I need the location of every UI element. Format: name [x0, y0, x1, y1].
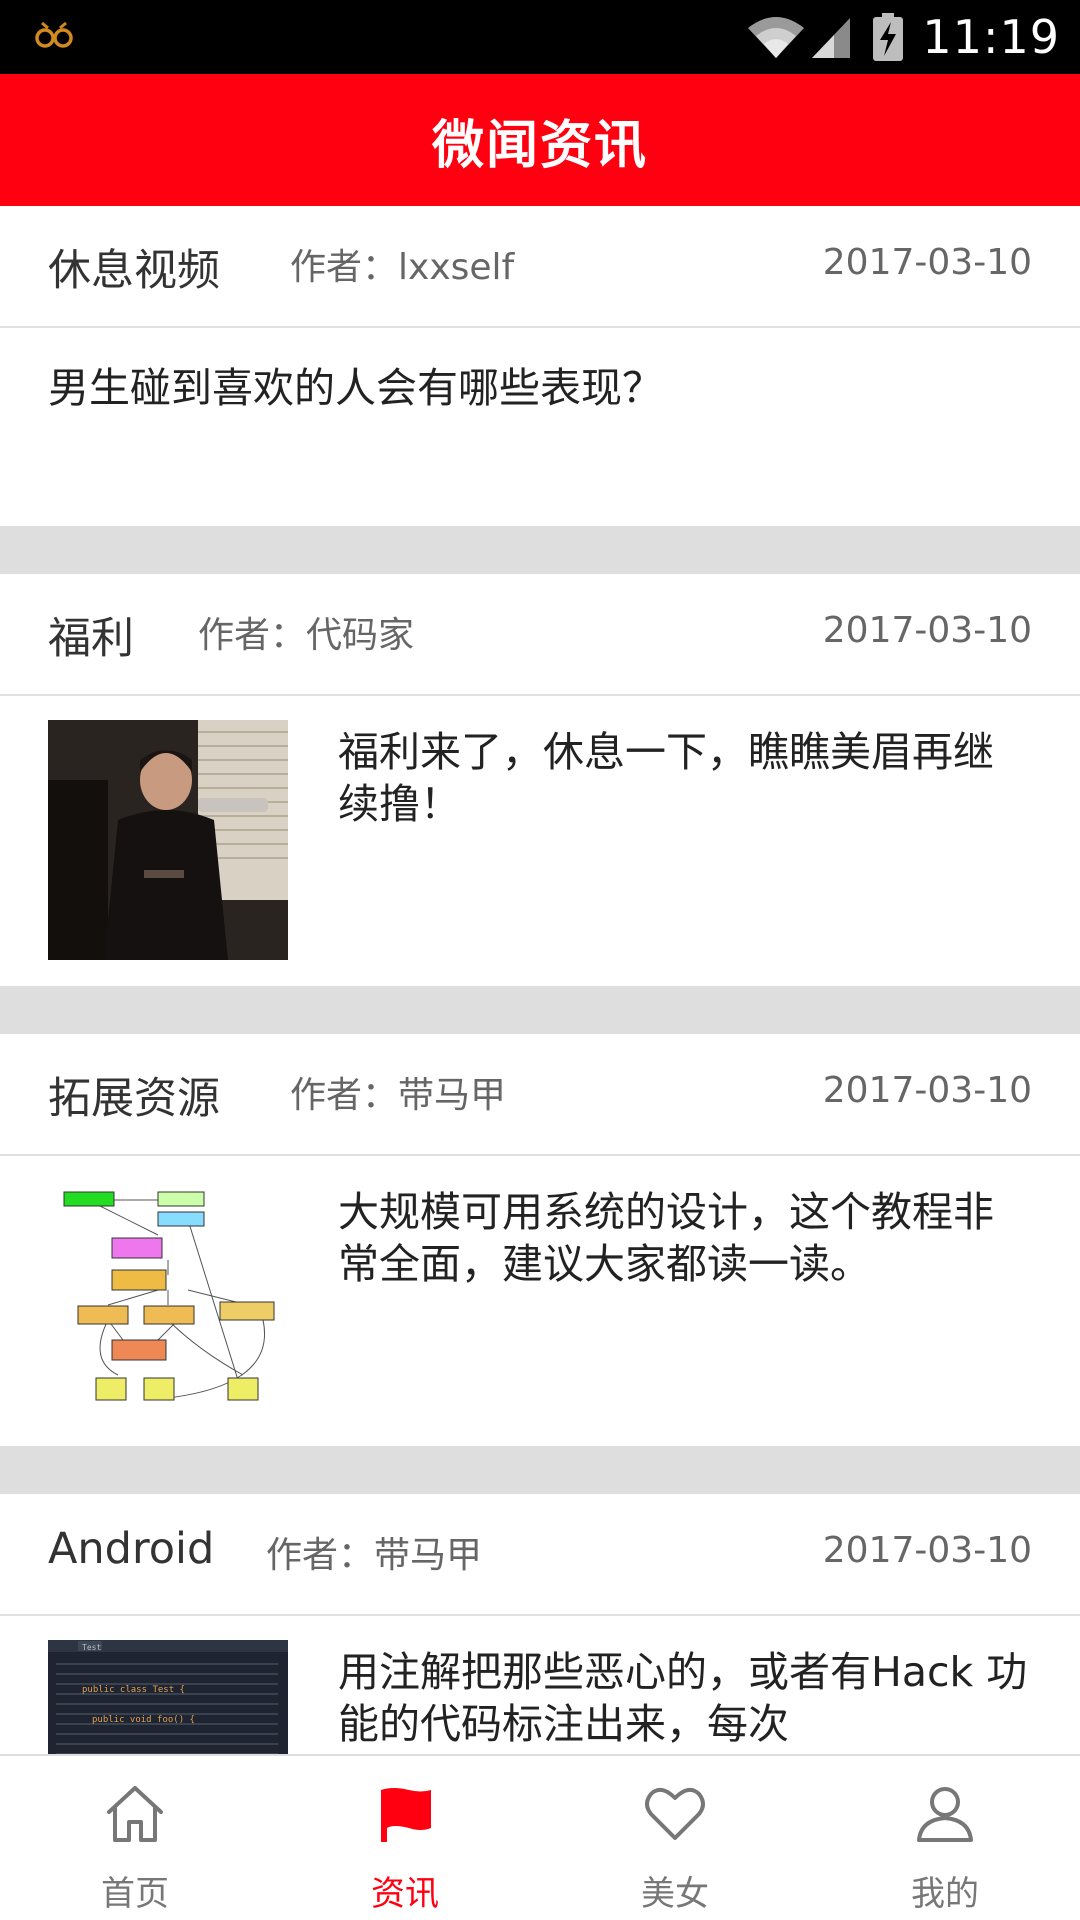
card-body: 男生碰到喜欢的人会有哪些表现？: [0, 328, 1080, 526]
code-image: Test public class Test { public void foo…: [48, 1640, 288, 1754]
card-author: 作者：带马甲: [290, 1066, 506, 1118]
card-date: 2017-03-10: [822, 242, 1032, 283]
card-date: 2017-03-10: [822, 1070, 1032, 1111]
nav-label-mine: 我的: [911, 1874, 979, 1914]
card-title-text: 大规模可用系统的设计，这个教程非常全面，建议大家都读一读。: [338, 1188, 994, 1288]
card-author: 作者：带马甲: [266, 1526, 482, 1578]
author-prefix: 作者：: [290, 1075, 399, 1116]
nav-item-mine[interactable]: 我的: [810, 1756, 1080, 1920]
news-card[interactable]: 拓展资源 作者：带马甲 2017-03-10 大规模可用系统的设计，这个教程非常…: [0, 1034, 1080, 1446]
diagram-image: [48, 1180, 288, 1420]
news-feed[interactable]: 休息视频 作者：lxxself 2017-03-10 男生碰到喜欢的人会有哪些表…: [0, 206, 1080, 1754]
author-prefix: 作者：: [266, 1535, 375, 1576]
nav-label-news: 资讯: [371, 1874, 439, 1914]
infinity-app-icon: [35, 21, 73, 48]
card-category: Android: [48, 1524, 215, 1574]
home-icon: [107, 1786, 163, 1842]
nav-item-beauty[interactable]: 美女: [540, 1756, 810, 1920]
status-icons: 11:19: [746, 0, 1060, 74]
card-author: 作者：代码家: [198, 606, 414, 658]
app-screen: 11:19 微闻资讯 休息视频 作者：lxxself 2017-03-10 男生…: [0, 0, 1080, 1920]
author-name: lxxself: [398, 247, 515, 288]
app-header: 微闻资讯: [0, 74, 1080, 206]
card-category: 拓展资源: [48, 1074, 220, 1124]
diagram-thumbnail[interactable]: [48, 1180, 288, 1420]
news-card[interactable]: 休息视频 作者：lxxself 2017-03-10 男生碰到喜欢的人会有哪些表…: [0, 206, 1080, 526]
card-author: 作者：lxxself: [290, 238, 514, 290]
code-line: public void foo() {: [92, 1715, 195, 1725]
card-category: 休息视频: [48, 246, 220, 296]
card-category: 福利: [48, 614, 134, 664]
code-tab-label: Test: [82, 1643, 101, 1652]
card-body: 大规模可用系统的设计，这个教程非常全面，建议大家都读一读。: [0, 1156, 1080, 1446]
photo-thumbnail[interactable]: [48, 720, 288, 960]
user-icon: [917, 1787, 973, 1842]
author-name: 带马甲: [374, 1535, 483, 1576]
wifi-icon: [748, 17, 805, 58]
card-body: Test public class Test { public void foo…: [0, 1616, 1080, 1754]
card-date: 2017-03-10: [822, 1530, 1032, 1571]
card-header: 休息视频 作者：lxxself 2017-03-10: [0, 206, 1080, 328]
news-card[interactable]: Android 作者：带马甲 2017-03-10 Test public cl…: [0, 1494, 1080, 1754]
author-prefix: 作者：: [198, 615, 307, 656]
nav-label-home: 首页: [101, 1874, 169, 1914]
card-body: 福利来了，休息一下，瞧瞧美眉再继续撸！: [0, 696, 1080, 986]
author-prefix: 作者：: [290, 247, 399, 288]
signal-icon: [812, 18, 851, 58]
battery-charging-icon: [873, 13, 904, 61]
news-flag-icon: [381, 1788, 431, 1842]
page-title: 微闻资讯: [431, 115, 648, 176]
card-separator: [0, 1446, 1080, 1494]
author-name: 带马甲: [398, 1075, 507, 1116]
card-header: 拓展资源 作者：带马甲 2017-03-10: [0, 1034, 1080, 1156]
card-header: Android 作者：带马甲 2017-03-10: [0, 1494, 1080, 1616]
card-header: 福利 作者：代码家 2017-03-10: [0, 574, 1080, 696]
code-thumbnail[interactable]: Test public class Test { public void foo…: [48, 1640, 288, 1754]
nav-item-news[interactable]: 资讯: [270, 1756, 540, 1920]
author-name: 代码家: [306, 615, 415, 656]
card-title-text: 用注解把那些恶心的，或者有Hack 功能的代码标注出来，每次: [338, 1648, 1028, 1748]
card-date: 2017-03-10: [822, 610, 1032, 651]
card-separator: [0, 526, 1080, 574]
news-card[interactable]: 福利 作者：代码家 2017-03-10 福利来了，休息一下，瞧瞧美眉再继续撸！: [0, 574, 1080, 986]
bottom-nav: 首页 资讯 美女 我的: [0, 1754, 1080, 1920]
nav-label-beauty: 美女: [641, 1874, 709, 1914]
card-separator: [0, 986, 1080, 1034]
nav-item-home[interactable]: 首页: [0, 1756, 270, 1920]
photo-image: [48, 720, 288, 960]
card-title-text: 男生碰到喜欢的人会有哪些表现？: [48, 364, 663, 412]
card-title-text: 福利来了，休息一下，瞧瞧美眉再继续撸！: [338, 728, 994, 828]
code-line: public class Test {: [82, 1685, 185, 1695]
heart-icon: [645, 1787, 705, 1840]
status-bar: 11:19: [0, 0, 1080, 74]
status-time: 11:19: [922, 10, 1060, 64]
